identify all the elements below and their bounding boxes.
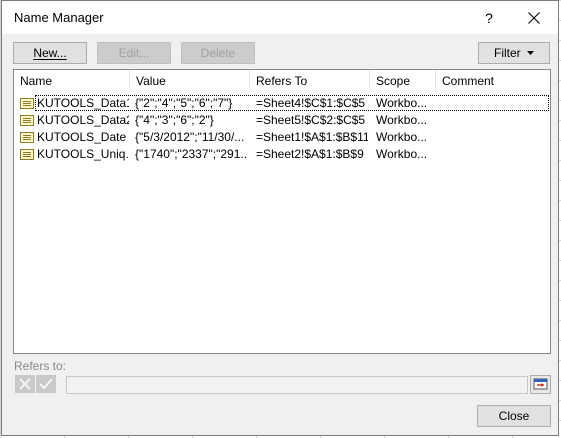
named-range-icon xyxy=(20,149,34,160)
help-button[interactable]: ? xyxy=(472,4,506,32)
cell-value: {"2";"4";"5";"6";"7"} xyxy=(135,96,233,110)
cell-refers-to: =Sheet4!$C$1:$C$5 xyxy=(256,96,366,110)
cell-scope: Workbo... xyxy=(376,147,428,161)
delete-button[interactable]: Delete xyxy=(181,42,255,64)
table-row[interactable]: KUTOOLS_Data1 {"2";"4";"5";"6";"7"} =She… xyxy=(14,95,550,112)
names-list[interactable]: Name Value Refers To Scope Comment KUTOO… xyxy=(13,69,551,354)
cell-name: KUTOOLS_Data2 xyxy=(37,113,129,127)
table-row[interactable]: KUTOOLS_Uniq... {"1740";"2337";"291... =… xyxy=(14,146,550,163)
refers-to-label: Refers to: xyxy=(14,359,67,373)
cell-refers-to: =Sheet1!$A$1:$B$11 xyxy=(256,130,368,144)
refers-to-input[interactable] xyxy=(66,376,528,394)
cell-value: {"1740";"2337";"291... xyxy=(135,147,247,161)
cancel-x-icon xyxy=(19,378,31,390)
cancel-reference-button[interactable] xyxy=(15,375,35,393)
cell-comment xyxy=(442,95,542,112)
filter-button-label: Filter xyxy=(493,46,521,60)
cell-scope: Workbo... xyxy=(376,113,428,127)
collapse-dialog-icon xyxy=(533,378,548,390)
title-bar: Name Manager ? xyxy=(2,1,558,34)
name-manager-dialog: Name Manager ? New... Edit... Delete Fil… xyxy=(1,0,559,436)
dropdown-arrow-icon xyxy=(527,51,534,55)
new-button[interactable]: New... xyxy=(13,42,87,64)
table-row[interactable]: KUTOOLS_Data2 {"4";"3";"6";"2"} =Sheet5!… xyxy=(14,112,550,129)
column-header-value[interactable]: Value xyxy=(130,70,250,92)
cell-refers-to: =Sheet2!$A$1:$B$9 xyxy=(256,147,364,161)
list-header: Name Value Refers To Scope Comment xyxy=(14,70,550,92)
dialog-title: Name Manager xyxy=(14,10,104,25)
cell-comment xyxy=(442,146,542,163)
table-row[interactable]: KUTOOLS_Date {"5/3/2012";"11/30/... =She… xyxy=(14,129,550,146)
cell-scope: Workbo... xyxy=(376,96,428,110)
named-range-icon xyxy=(20,115,34,126)
close-button[interactable]: Close xyxy=(477,405,551,427)
cell-scope: Workbo... xyxy=(376,130,428,144)
cell-name: KUTOOLS_Uniq... xyxy=(37,147,129,161)
collapse-dialog-button[interactable] xyxy=(530,375,551,394)
close-window-button[interactable] xyxy=(514,4,554,32)
cell-value: {"5/3/2012";"11/30/... xyxy=(135,130,245,144)
cell-value: {"4";"3";"6";"2"} xyxy=(135,113,214,127)
cell-refers-to: =Sheet5!$C$2:$C$5 xyxy=(256,113,366,127)
checkmark-icon xyxy=(39,378,53,390)
cell-name: KUTOOLS_Data1 xyxy=(37,96,129,110)
filter-button[interactable]: Filter xyxy=(478,42,550,64)
close-icon xyxy=(528,12,540,24)
cell-comment xyxy=(442,129,542,146)
column-header-comment[interactable]: Comment xyxy=(436,70,550,92)
new-button-label: New... xyxy=(33,46,67,60)
named-range-icon xyxy=(20,98,34,109)
cell-comment xyxy=(442,112,542,129)
column-header-refers-to[interactable]: Refers To xyxy=(250,70,370,92)
cell-name: KUTOOLS_Date xyxy=(37,130,127,144)
accept-reference-button[interactable] xyxy=(36,375,56,393)
named-range-icon xyxy=(20,132,34,143)
column-header-scope[interactable]: Scope xyxy=(370,70,436,92)
edit-button[interactable]: Edit... xyxy=(97,42,171,64)
column-header-name[interactable]: Name xyxy=(14,70,130,92)
